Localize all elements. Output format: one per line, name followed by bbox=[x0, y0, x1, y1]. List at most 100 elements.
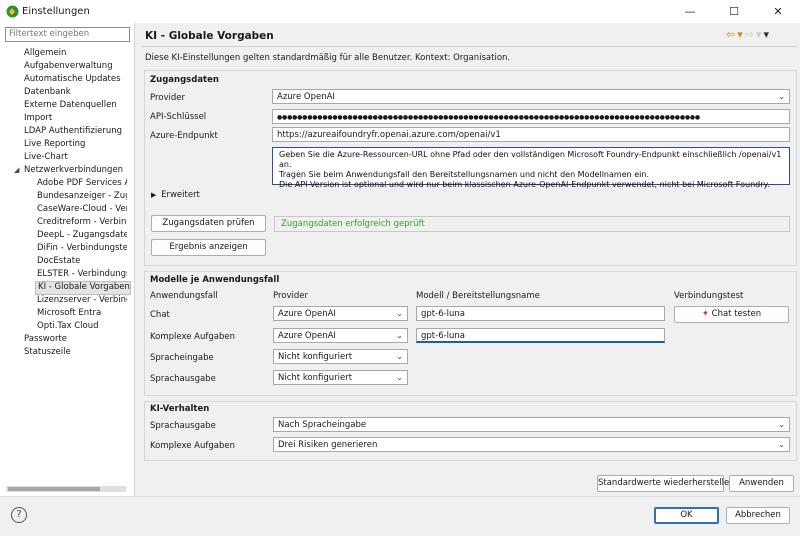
chevron-down-icon: ⌄ bbox=[396, 373, 403, 382]
speech-output-label: Sprachausgabe bbox=[150, 421, 216, 431]
ok-button[interactable]: OK bbox=[654, 507, 719, 524]
tree-item-microsoft-entra[interactable]: Microsoft Entra bbox=[37, 307, 127, 319]
title-bar: Einstellungen — ☐ ✕ bbox=[0, 0, 800, 24]
chat-test-label: Chat testen bbox=[711, 309, 762, 319]
window-title: Einstellungen bbox=[22, 6, 90, 17]
magic-wand-icon: ✦ bbox=[701, 309, 709, 319]
tree-item-ldap[interactable]: LDAP Authentifizierung bbox=[24, 125, 122, 137]
col-header-model: Modell / Bereitstellungsname bbox=[416, 291, 540, 301]
provider-label: Provider bbox=[150, 93, 185, 103]
tree-item-netzwerkverbindungen[interactable]: Netzwerkverbindungen bbox=[24, 164, 123, 176]
info-line-1: Geben Sie die Azure-Ressourcen-URL ohne … bbox=[279, 150, 782, 169]
tree-item-automatische-updates[interactable]: Automatische Updates bbox=[24, 73, 121, 85]
credentials-status: Zugangsdaten erfolgreich geprüft bbox=[274, 216, 790, 232]
chevron-down-icon: ⌄ bbox=[396, 309, 403, 318]
chevron-down-icon: ⌄ bbox=[396, 331, 403, 340]
filter-input[interactable]: Filtertext eingeben bbox=[5, 27, 130, 42]
speech-input-provider-select[interactable]: Nicht konfiguriert ⌄ bbox=[273, 349, 408, 364]
preferences-tree: Allgemein Aufgabenverwaltung Automatisch… bbox=[0, 45, 134, 483]
behavior-group-title: KI-Verhalten bbox=[150, 404, 210, 414]
complex-model-field[interactable]: gpt-6-luna bbox=[416, 328, 665, 343]
close-button[interactable]: ✕ bbox=[756, 0, 800, 23]
app-logo-icon bbox=[6, 5, 19, 18]
speech-output-select[interactable]: Nach Spracheingabe ⌄ bbox=[273, 417, 790, 432]
title-separator bbox=[141, 46, 797, 47]
help-icon[interactable]: ? bbox=[11, 507, 27, 523]
tree-item-lizenzserver[interactable]: Lizenzserver - Verbindu bbox=[37, 294, 127, 306]
menu-icon[interactable]: ▾ bbox=[764, 28, 772, 41]
tree-item-import[interactable]: Import bbox=[24, 112, 52, 124]
tree-item-aufgabenverwaltung[interactable]: Aufgabenverwaltung bbox=[24, 60, 113, 72]
tree-item-ki-globale-vorgaben[interactable]: KI - Globale Vorgaben bbox=[35, 281, 131, 295]
chat-model-field[interactable]: gpt-6-luna bbox=[416, 306, 665, 321]
usecase-chat-label: Chat bbox=[150, 310, 170, 320]
info-line-2: Tragen Sie beim Anwendungsfall den Berei… bbox=[279, 170, 649, 179]
page-description: Diese KI-Einstellungen gelten standardmä… bbox=[145, 53, 511, 63]
speech-output-provider-value: Nicht konfiguriert bbox=[278, 373, 353, 383]
complex-provider-value: Azure OpenAI bbox=[278, 331, 336, 341]
usecase-complex-label: Komplexe Aufgaben bbox=[150, 332, 235, 342]
col-header-test: Verbindungstest bbox=[674, 291, 744, 301]
chevron-down-icon: ⌄ bbox=[396, 352, 403, 361]
provider-select[interactable]: Azure OpenAI ⌄ bbox=[272, 89, 790, 104]
models-group-title: Modelle je Anwendungsfall bbox=[150, 275, 280, 285]
chat-provider-value: Azure OpenAI bbox=[278, 309, 336, 319]
usecase-speech-input-label: Spracheingabe bbox=[150, 353, 214, 363]
endpoint-label: Azure-Endpunkt bbox=[150, 131, 218, 141]
scrollbar-thumb[interactable] bbox=[8, 487, 100, 491]
tree-item-datenbank[interactable]: Datenbank bbox=[24, 86, 71, 98]
api-key-label: API-Schlüssel bbox=[150, 112, 207, 122]
speech-output-provider-select[interactable]: Nicht konfiguriert ⌄ bbox=[273, 370, 408, 385]
api-key-field[interactable]: ●●●●●●●●●●●●●●●●●●●●●●●●●●●●●●●●●●●●●●●●… bbox=[272, 109, 790, 124]
page-title: KI - Globale Vorgaben bbox=[145, 30, 274, 42]
tree-item-elster[interactable]: ELSTER - Verbindungste bbox=[37, 268, 127, 280]
info-line-3: Die API-Version ist optional und wird nu… bbox=[279, 180, 770, 189]
tree-item-bundesanzeiger[interactable]: Bundesanzeiger - Zugar bbox=[37, 190, 127, 202]
tree-item-deepl[interactable]: DeepL - Zugangsdaten bbox=[37, 229, 127, 241]
provider-value: Azure OpenAI bbox=[277, 92, 335, 102]
tree-item-caseware[interactable]: CaseWare-Cloud - Verb bbox=[37, 203, 127, 215]
col-header-usecase: Anwendungsfall bbox=[150, 291, 218, 301]
tree-item-live-chart[interactable]: Live-Chart bbox=[24, 151, 68, 163]
navigation-arrows[interactable]: ⇦▾⇨▾▾ bbox=[726, 28, 771, 41]
endpoint-info-box: Geben Sie die Azure-Ressourcen-URL ohne … bbox=[272, 147, 790, 189]
maximize-button[interactable]: ☐ bbox=[712, 0, 756, 23]
advanced-expander[interactable]: ▶ Erweitert bbox=[151, 190, 200, 200]
tree-item-passworte[interactable]: Passworte bbox=[24, 333, 67, 345]
tree-item-externe-datenquellen[interactable]: Externe Datenquellen bbox=[24, 99, 117, 111]
triangle-right-icon: ▶ bbox=[151, 191, 157, 199]
forward-arrow-icon[interactable]: ⇨▾ bbox=[745, 28, 764, 41]
chevron-down-icon: ⌄ bbox=[778, 440, 785, 449]
cancel-button[interactable]: Abbrechen bbox=[726, 507, 790, 524]
tree-item-statuszeile[interactable]: Statuszeile bbox=[24, 346, 71, 358]
advanced-label: Erweitert bbox=[161, 190, 200, 200]
complex-tasks-value: Drei Risiken generieren bbox=[278, 440, 378, 450]
tree-item-creditreform[interactable]: Creditreform - Verbindu bbox=[37, 216, 127, 228]
apply-button[interactable]: Anwenden bbox=[729, 475, 794, 492]
tree-item-opti-tax[interactable]: Opti.Tax Cloud bbox=[37, 320, 127, 332]
complex-tasks-label: Komplexe Aufgaben bbox=[150, 441, 235, 451]
tree-collapse-icon[interactable]: ◢ bbox=[14, 166, 19, 174]
endpoint-field[interactable]: https://azureaifoundryfr.openai.azure.co… bbox=[272, 127, 790, 142]
tree-item-adobe-pdf[interactable]: Adobe PDF Services AP bbox=[37, 177, 127, 189]
complex-tasks-select[interactable]: Drei Risiken generieren ⌄ bbox=[273, 437, 790, 452]
tree-item-difin[interactable]: DiFin - Verbindungstest bbox=[37, 242, 127, 254]
speech-output-value: Nach Spracheingabe bbox=[278, 420, 367, 430]
chat-test-button[interactable]: ✦ Chat testen bbox=[674, 306, 789, 323]
tree-item-docestate[interactable]: DocEstate bbox=[37, 255, 127, 267]
chevron-down-icon: ⌄ bbox=[778, 92, 785, 101]
minimize-button[interactable]: — bbox=[668, 0, 712, 23]
back-arrow-icon[interactable]: ⇦▾ bbox=[726, 28, 745, 41]
col-header-provider: Provider bbox=[273, 291, 308, 301]
tree-item-allgemein[interactable]: Allgemein bbox=[24, 47, 66, 59]
access-group-title: Zugangsdaten bbox=[150, 75, 219, 85]
speech-input-provider-value: Nicht konfiguriert bbox=[278, 352, 353, 362]
chat-provider-select[interactable]: Azure OpenAI ⌄ bbox=[273, 306, 408, 321]
complex-provider-select[interactable]: Azure OpenAI ⌄ bbox=[273, 328, 408, 343]
chevron-down-icon: ⌄ bbox=[778, 420, 785, 429]
check-credentials-button[interactable]: Zugangsdaten prüfen bbox=[151, 215, 266, 232]
tree-item-live-reporting[interactable]: Live Reporting bbox=[24, 138, 85, 150]
show-result-button[interactable]: Ergebnis anzeigen bbox=[151, 239, 266, 256]
preferences-tree-pane: Filtertext eingeben Allgemein Aufgabenve… bbox=[0, 23, 135, 496]
restore-defaults-button[interactable]: Standardwerte wiederherstellen bbox=[597, 475, 735, 492]
